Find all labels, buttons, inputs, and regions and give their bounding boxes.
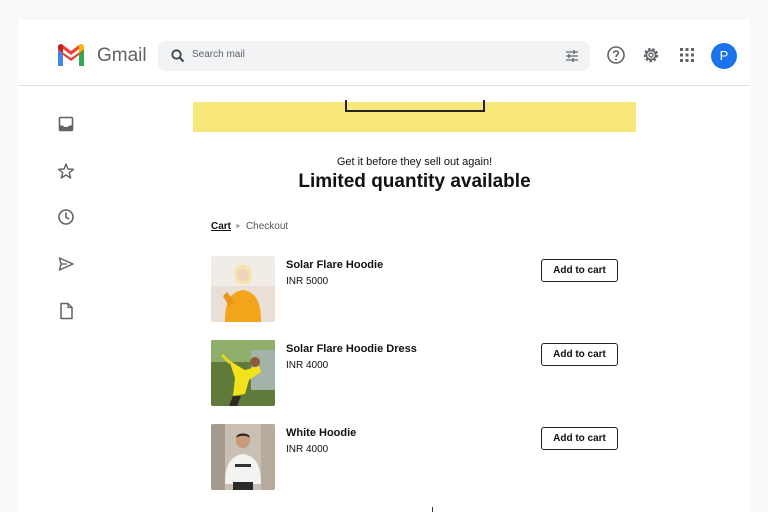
product-image-white-hoodie[interactable]	[211, 424, 275, 490]
scroll-indicator	[432, 507, 433, 512]
star-icon[interactable]	[57, 162, 75, 180]
clock-icon[interactable]	[57, 208, 75, 226]
gmail-logo-icon[interactable]	[56, 44, 86, 66]
product-row: Solar Flare Hoodie INR 5000 Add to cart	[211, 256, 621, 324]
email-body: Get it before they sell out again! Limit…	[193, 86, 636, 512]
send-icon[interactable]	[57, 255, 75, 273]
product-row: Solar Flare Hoodie Dress INR 4000 Add to…	[211, 340, 621, 408]
add-to-cart-button[interactable]: Add to cart	[541, 427, 618, 450]
help-icon[interactable]	[606, 45, 626, 65]
product-row: White Hoodie INR 4000 Add to cart	[211, 424, 621, 492]
search-input[interactable]: Search mail	[192, 49, 245, 60]
product-image-yellow-hoodie-dress[interactable]	[211, 340, 275, 406]
product-price: INR 4000	[286, 444, 329, 455]
top-bar: Gmail Search mail P	[18, 20, 750, 86]
product-name[interactable]: Solar Flare Hoodie Dress	[286, 343, 417, 355]
breadcrumb-checkout: Checkout	[245, 221, 289, 232]
gmail-window: Gmail Search mail P Get it before they s…	[18, 20, 750, 512]
search-icon[interactable]	[170, 48, 186, 64]
promo-banner	[193, 100, 636, 132]
product-name[interactable]: Solar Flare Hoodie	[286, 259, 383, 271]
tagline: Get it before they sell out again!	[336, 156, 493, 168]
add-to-cart-button[interactable]: Add to cart	[541, 259, 618, 282]
product-price: INR 4000	[286, 360, 329, 371]
headline: Limited quantity available	[298, 171, 531, 192]
apps-icon[interactable]	[677, 45, 697, 65]
search-bar[interactable]: Search mail	[158, 41, 590, 71]
brand-name: Gmail	[97, 45, 147, 66]
breadcrumb: Cart ► Checkout	[211, 221, 288, 232]
document-icon[interactable]	[57, 302, 75, 320]
account-avatar[interactable]: P	[711, 43, 737, 69]
tune-icon[interactable]	[564, 48, 580, 64]
product-image-orange-hoodie[interactable]	[211, 256, 275, 322]
breadcrumb-separator-icon: ►	[235, 223, 242, 230]
screen-background: Gmail Search mail P Get it before they s…	[0, 0, 768, 512]
settings-icon[interactable]	[641, 45, 661, 65]
product-price: INR 5000	[286, 276, 329, 287]
breadcrumb-cart-link[interactable]: Cart	[211, 221, 231, 232]
product-name[interactable]: White Hoodie	[286, 427, 356, 439]
banner-button-outline[interactable]	[345, 100, 485, 112]
inbox-icon[interactable]	[57, 115, 75, 133]
add-to-cart-button[interactable]: Add to cart	[541, 343, 618, 366]
